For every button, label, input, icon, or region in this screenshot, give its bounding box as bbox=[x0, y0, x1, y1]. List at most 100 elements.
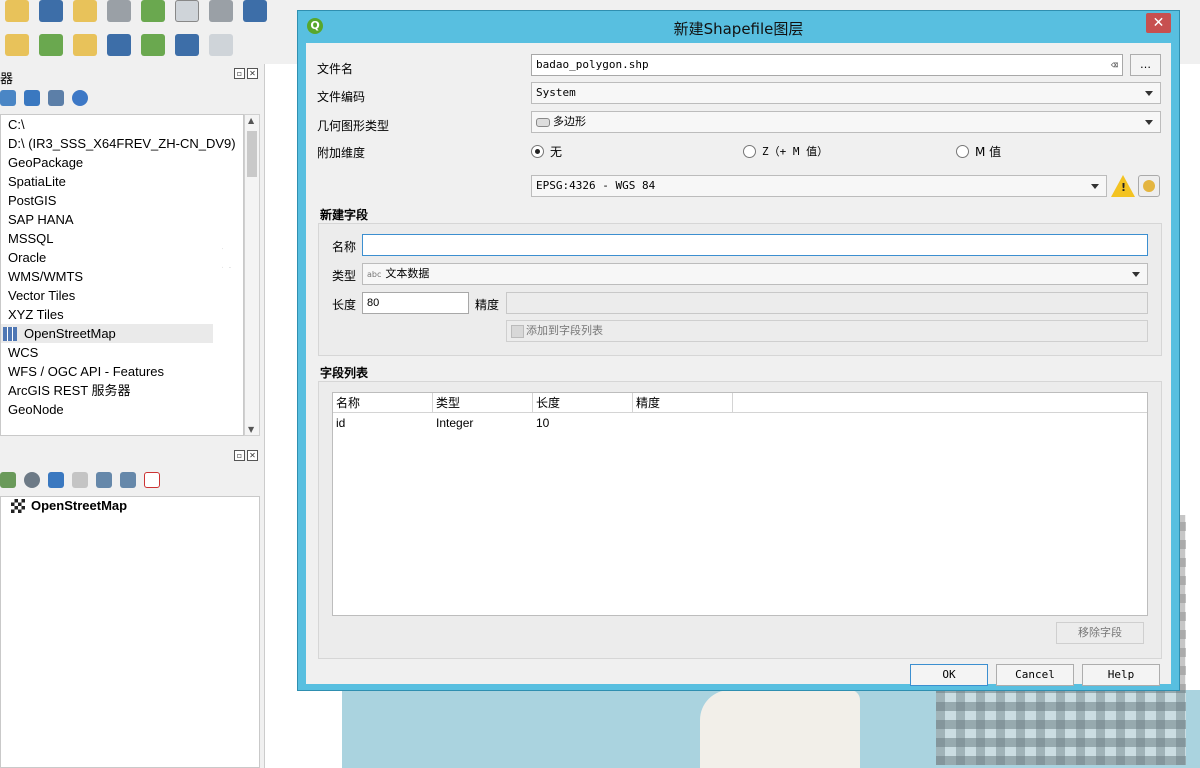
file-name-label: 文件名 bbox=[317, 62, 354, 76]
digitize-icon[interactable] bbox=[39, 34, 63, 56]
tree-item[interactable]: PostGIS bbox=[1, 191, 243, 210]
encoding-select[interactable]: System bbox=[531, 82, 1161, 104]
tree-item[interactable]: GeoPackage bbox=[1, 153, 243, 172]
edit-pencil-icon[interactable] bbox=[73, 34, 97, 56]
field-name-label: 名称 bbox=[332, 240, 357, 254]
tree-item-selected[interactable]: OpenStreetMap bbox=[1, 324, 213, 343]
cancel-button[interactable]: Cancel bbox=[996, 664, 1074, 686]
pan-icon[interactable] bbox=[175, 0, 199, 22]
map-land bbox=[700, 690, 860, 768]
raster-layer-icon bbox=[11, 499, 25, 513]
remove-field-button: 移除字段 bbox=[1056, 622, 1144, 644]
radio-m[interactable]: M 值 bbox=[956, 143, 1001, 160]
cell-length: 10 bbox=[536, 416, 550, 430]
tree-item[interactable]: C:\ bbox=[1, 115, 243, 134]
field-name-input[interactable] bbox=[362, 234, 1148, 256]
ok-button[interactable]: OK bbox=[910, 664, 988, 686]
browse-button[interactable]: … bbox=[1130, 54, 1161, 76]
cell-type: Integer bbox=[436, 416, 474, 430]
tree-item[interactable]: SAP HANA bbox=[1, 210, 243, 229]
column-header[interactable]: 精度 bbox=[633, 393, 733, 412]
crs-selector-icon[interactable] bbox=[1138, 175, 1160, 197]
refresh-icon[interactable] bbox=[0, 90, 16, 106]
layer-item[interactable]: OpenStreetMap bbox=[11, 497, 127, 515]
field-type-select[interactable]: abc 文本数据 bbox=[362, 263, 1148, 285]
tree-item[interactable]: Oracle bbox=[1, 248, 243, 267]
radio-none[interactable]: 无 bbox=[531, 143, 562, 160]
add-field-icon bbox=[511, 324, 524, 338]
xyz-tiles-icon bbox=[3, 327, 17, 341]
tree-item[interactable]: SpatiaLite bbox=[1, 172, 243, 191]
column-header[interactable]: 长度 bbox=[533, 393, 633, 412]
field-type-label: 类型 bbox=[332, 269, 357, 283]
add-wms-icon[interactable] bbox=[141, 34, 165, 56]
tree-item[interactable]: GeoNode bbox=[1, 400, 243, 419]
dimension-label: 附加维度 bbox=[317, 146, 366, 160]
tree-item[interactable]: XYZ Tiles bbox=[1, 305, 243, 324]
collapse-icon[interactable] bbox=[48, 90, 64, 106]
add-raster-icon[interactable] bbox=[107, 34, 131, 56]
collapse-all-icon[interactable] bbox=[120, 472, 136, 488]
geometry-type-label: 几何图形类型 bbox=[317, 119, 390, 133]
browser-scrollbar[interactable]: ▲ ▼ bbox=[244, 114, 260, 436]
radio-z-m[interactable]: Z（+ M 值） bbox=[743, 143, 828, 159]
visibility-eye-icon[interactable] bbox=[24, 472, 40, 488]
tree-item[interactable]: WMS/WMTS bbox=[1, 267, 243, 286]
crs-select[interactable]: EPSG:4326 - WGS 84 bbox=[531, 175, 1107, 197]
tree-item[interactable]: WFS / OGC API - Features bbox=[1, 362, 243, 381]
close-button[interactable]: ✕ bbox=[1146, 13, 1171, 33]
help-button[interactable]: Help bbox=[1082, 664, 1160, 686]
geometry-type-select[interactable]: 多边形 bbox=[531, 111, 1161, 133]
precision-input bbox=[506, 292, 1148, 314]
new-shapefile-dialog: Q 新建Shapefile图层 ✕ 文件名 badao_polygon.shp … bbox=[297, 10, 1180, 691]
add-mesh-icon[interactable] bbox=[175, 34, 199, 56]
zoom-in-icon[interactable] bbox=[243, 0, 267, 22]
edit-disabled-icon bbox=[209, 34, 233, 56]
close-icon[interactable]: ✕ bbox=[247, 68, 258, 79]
expand-all-icon[interactable] bbox=[96, 472, 112, 488]
open-project-icon[interactable] bbox=[5, 0, 29, 22]
pan-to-selection-icon[interactable] bbox=[209, 0, 233, 22]
chevron-down-icon bbox=[1091, 184, 1099, 189]
browser-tree: C:\ D:\ (IR3_SSS_X64FREV_ZH-CN_DV9) GeoP… bbox=[0, 114, 244, 436]
warning-icon: ! bbox=[1111, 175, 1135, 197]
tree-item[interactable]: ArcGIS REST 服务器 bbox=[1, 381, 243, 400]
layout-manager-icon[interactable] bbox=[107, 0, 131, 22]
length-label: 长度 bbox=[332, 298, 357, 312]
open-styling-icon[interactable] bbox=[0, 472, 16, 488]
info-icon[interactable] bbox=[72, 90, 88, 106]
filter-icon[interactable] bbox=[24, 90, 40, 106]
layers-tree: OpenStreetMap bbox=[0, 496, 260, 768]
filter-icon[interactable] bbox=[48, 472, 64, 488]
close-icon[interactable]: ✕ bbox=[247, 450, 258, 461]
length-input[interactable]: 80 bbox=[362, 292, 469, 314]
tree-item[interactable]: D:\ (IR3_SSS_X64FREV_ZH-CN_DV9) bbox=[1, 134, 243, 153]
column-header[interactable]: 名称 bbox=[333, 393, 433, 412]
new-print-layout-icon[interactable] bbox=[73, 0, 97, 22]
add-vector-layer-icon[interactable] bbox=[5, 34, 29, 56]
float-icon[interactable]: ▫ bbox=[234, 68, 245, 79]
scroll-down-icon[interactable]: ▼ bbox=[248, 425, 254, 434]
tree-item[interactable]: MSSQL bbox=[1, 229, 243, 248]
field-list-table[interactable]: 名称 类型 长度 精度 id Integer 10 bbox=[332, 392, 1148, 616]
tree-item[interactable]: Vector Tiles bbox=[1, 286, 243, 305]
file-name-field[interactable]: badao_polygon.shp ⌫ bbox=[531, 54, 1123, 76]
text-type-icon: abc bbox=[367, 270, 382, 279]
chevron-down-icon bbox=[1145, 120, 1153, 125]
dialog-titlebar[interactable]: Q 新建Shapefile图层 ✕ bbox=[298, 11, 1179, 43]
scroll-up-icon[interactable]: ▲ bbox=[248, 116, 254, 125]
remove-layer-icon[interactable] bbox=[144, 472, 160, 488]
tree-item[interactable]: WCS bbox=[1, 343, 243, 362]
panel-title: 器 bbox=[0, 72, 14, 87]
column-header[interactable]: 类型 bbox=[433, 393, 533, 412]
dialog-body: 文件名 badao_polygon.shp ⌫ … 文件编码 System 几何… bbox=[306, 43, 1171, 686]
float-icon[interactable]: ▫ bbox=[234, 450, 245, 461]
table-row[interactable]: id Integer 10 bbox=[333, 414, 733, 432]
cell-name: id bbox=[336, 416, 346, 430]
chevron-down-icon bbox=[1145, 91, 1153, 96]
layers-panel: ▫ ✕ OpenStreetMap bbox=[0, 446, 262, 768]
save-project-icon[interactable] bbox=[39, 0, 63, 22]
chevron-down-icon bbox=[1132, 272, 1140, 277]
clear-icon[interactable]: ⌫ bbox=[1111, 55, 1118, 75]
style-manager-icon[interactable] bbox=[141, 0, 165, 22]
